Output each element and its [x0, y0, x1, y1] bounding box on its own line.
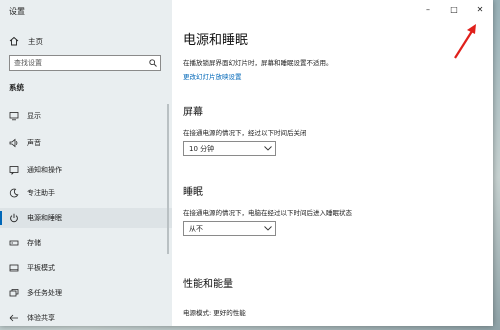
screen-timeout-value: 10 分钟 — [189, 144, 215, 153]
red-arrow-annotation — [454, 24, 476, 59]
sidebar-item-label: 存储 — [27, 239, 41, 247]
screen-timeout-label: 在接通电源的情况下，经过以下时间后关闭 — [183, 129, 307, 137]
sleep-timeout-label: 在接通电源的情况下，电脑在经过以下时间后进入睡眠状态 — [183, 209, 352, 217]
sidebar-item-sound[interactable]: 声音 — [0, 133, 172, 153]
search-icon[interactable] — [146, 59, 160, 67]
home-icon — [9, 36, 19, 46]
sidebar-item-label: 显示 — [27, 112, 41, 120]
sidebar-item-shared-experiences[interactable]: 体验共享 — [0, 308, 172, 326]
multitask-icon — [9, 288, 19, 298]
share-icon — [9, 313, 19, 323]
speaker-icon — [9, 138, 19, 148]
sidebar-item-focus-assist[interactable]: 专注助手 — [0, 183, 172, 203]
sidebar-item-label: 专注助手 — [27, 189, 55, 197]
sleep-timeout-value: 从不 — [189, 224, 203, 233]
screen-timeout-dropdown[interactable]: 10 分钟 — [183, 141, 276, 156]
sidebar-item-power-sleep[interactable]: 电源和睡眠 — [0, 208, 172, 228]
screen-heading: 屏幕 — [183, 107, 203, 118]
slideshow-settings-link[interactable]: 更改幻灯片放映设置 — [183, 71, 242, 81]
slideshow-notice: 在播放锁屏界面幻灯片时，屏幕和睡眠设置不适用。 — [183, 59, 333, 67]
sidebar: 设置 主页 查找设置 系统 显示 声音 通知和操作 专注助手 电源和睡眠 存储 … — [0, 0, 172, 326]
monitor-icon — [9, 111, 19, 121]
window-title: 设置 — [9, 7, 25, 16]
sidebar-item-label: 体验共享 — [27, 314, 55, 322]
notification-icon — [9, 165, 19, 175]
sidebar-item-tablet-mode[interactable]: 平板模式 — [0, 258, 172, 278]
sidebar-item-label: 平板模式 — [27, 264, 55, 272]
sidebar-item-storage[interactable]: 存储 — [0, 233, 172, 253]
chevron-down-icon — [261, 226, 275, 231]
sidebar-scrollbar[interactable] — [167, 104, 169, 254]
sidebar-item-display[interactable]: 显示 — [0, 106, 172, 126]
main-pane: – □ ✕ 电源和睡眠 在播放锁屏界面幻灯片时，屏幕和睡眠设置不适用。 更改幻灯… — [172, 0, 493, 326]
search-input[interactable]: 查找设置 — [9, 55, 161, 71]
search-placeholder: 查找设置 — [14, 59, 42, 67]
tablet-icon — [9, 263, 19, 273]
watermark: Baidu 经验 — [400, 304, 467, 318]
caption-buttons: – □ ✕ — [415, 0, 493, 18]
moon-icon — [9, 188, 19, 198]
home-label: 主页 — [28, 36, 43, 46]
chevron-down-icon — [261, 146, 275, 151]
sleep-heading: 睡眠 — [183, 187, 203, 198]
sidebar-item-label: 通知和操作 — [27, 166, 62, 174]
sleep-timeout-dropdown[interactable]: 从不 — [183, 221, 276, 236]
sidebar-item-label: 声音 — [27, 139, 41, 147]
power-icon — [9, 213, 19, 223]
settings-window: 设置 主页 查找设置 系统 显示 声音 通知和操作 专注助手 电源和睡眠 存储 … — [0, 0, 493, 326]
maximize-button[interactable]: □ — [441, 0, 467, 18]
sidebar-home[interactable]: 主页 — [9, 34, 43, 48]
sidebar-item-label: 电源和睡眠 — [27, 214, 62, 222]
minimize-button[interactable]: – — [415, 0, 441, 18]
sidebar-item-multitasking[interactable]: 多任务处理 — [0, 283, 172, 303]
sidebar-item-label: 多任务处理 — [27, 289, 62, 297]
section-label-system: 系统 — [9, 83, 24, 92]
page-title: 电源和睡眠 — [183, 33, 249, 48]
power-mode-label: 电源模式: 更好的性能 — [183, 309, 246, 317]
storage-icon — [9, 238, 19, 248]
performance-heading: 性能和能量 — [183, 279, 233, 290]
close-button[interactable]: ✕ — [467, 0, 493, 18]
sidebar-item-notifications[interactable]: 通知和操作 — [0, 160, 172, 180]
